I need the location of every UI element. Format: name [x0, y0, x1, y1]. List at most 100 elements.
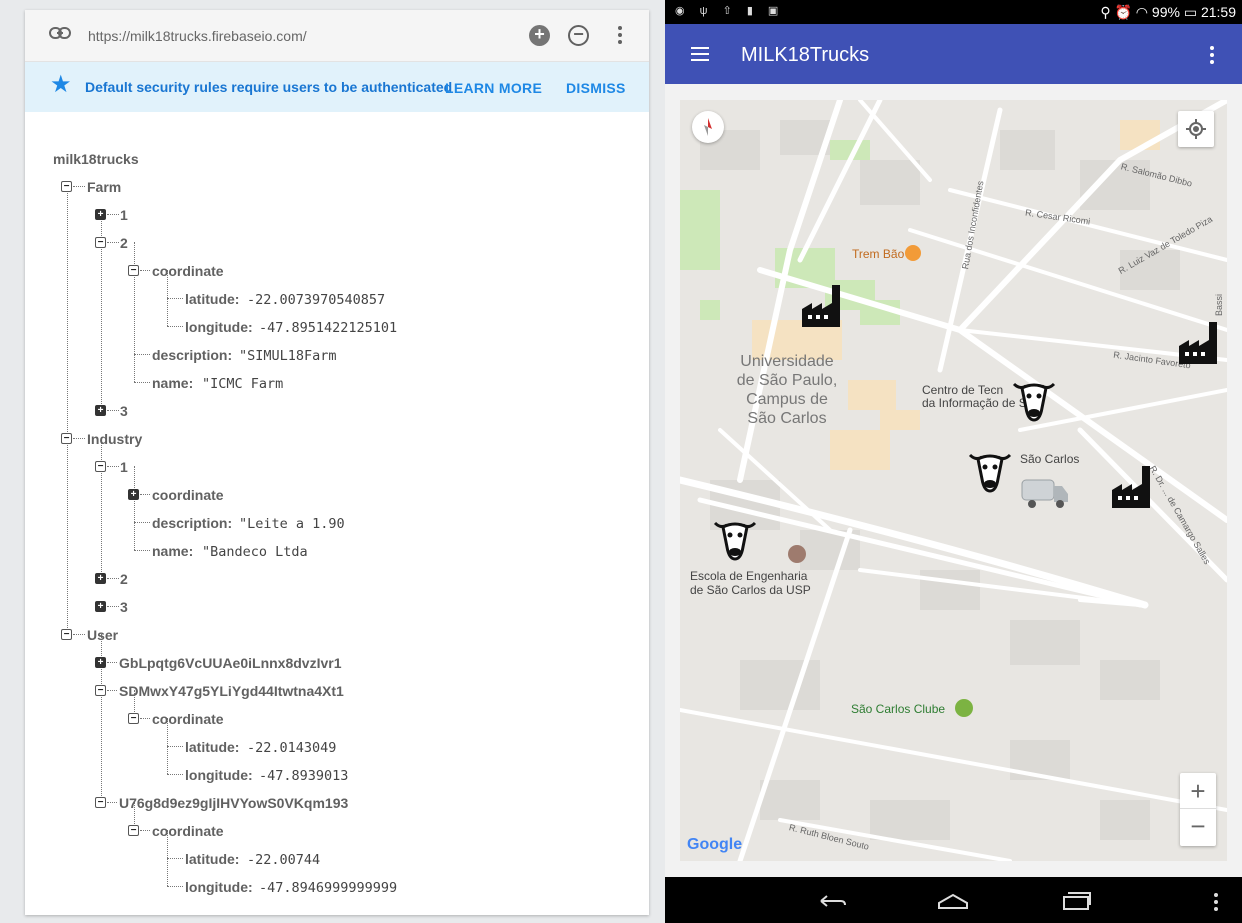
key-latitude: latitude: — [185, 851, 240, 867]
value-name[interactable]: "ICMC Farm — [202, 376, 292, 392]
google-attribution[interactable]: Google — [687, 836, 742, 854]
value-name[interactable]: "Bandeco Ltda — [202, 544, 314, 560]
compass-button[interactable] — [692, 111, 724, 143]
database-url[interactable]: https://milk18trucks.firebaseio.com/ — [88, 28, 307, 44]
overflow-menu-icon[interactable] — [1210, 46, 1214, 67]
status-indicators: ⚲ ⏰ ◠ 99% ▭ 21:59 — [1100, 4, 1236, 21]
battery-percent: 99% — [1151, 4, 1180, 20]
collapse-toggle[interactable]: − — [128, 825, 139, 836]
security-banner: ★ Default security rules require users t… — [25, 62, 649, 112]
poi-trem-bao[interactable]: Trem Bão — [852, 247, 904, 261]
node-user-3[interactable]: U76g8d9ez9gIjIHVYowS0VKqm193 — [119, 795, 348, 811]
firebase-console-panel: https://milk18trucks.firebaseio.com/ + −… — [25, 10, 649, 915]
key-name: name: — [152, 375, 194, 391]
school-icon — [788, 545, 806, 563]
node-industry[interactable]: Industry — [87, 431, 142, 447]
collapse-toggle[interactable]: − — [128, 713, 139, 724]
node-farm[interactable]: Farm — [87, 179, 121, 195]
overflow-menu-icon[interactable] — [1214, 893, 1218, 911]
collapse-toggle[interactable]: − — [128, 265, 139, 276]
node-coordinate[interactable]: coordinate — [152, 711, 224, 727]
tree-root[interactable]: milk18trucks — [53, 151, 139, 167]
key-longitude: longitude: — [185, 319, 253, 335]
dismiss-button[interactable]: DISMISS — [566, 80, 626, 96]
collapse-toggle[interactable]: − — [95, 461, 106, 472]
wifi-icon: ◠ — [1135, 4, 1149, 20]
collapse-toggle[interactable]: − — [95, 797, 106, 808]
expand-toggle[interactable]: + — [95, 601, 106, 612]
restaurant-icon — [905, 245, 921, 261]
node-farm-2[interactable]: 2 — [120, 235, 128, 251]
factory-marker-icon[interactable] — [1177, 320, 1225, 366]
value-latitude[interactable]: -22.0073970540857 — [247, 292, 393, 308]
node-industry-1[interactable]: 1 — [120, 459, 128, 475]
banner-message: Default security rules require users to … — [85, 79, 453, 95]
truck-marker-icon[interactable] — [1020, 474, 1070, 510]
street-label: Bassi — [1214, 293, 1225, 317]
node-user[interactable]: User — [87, 627, 118, 643]
learn-more-link[interactable]: LEARN MORE — [445, 80, 542, 96]
database-url-bar: https://milk18trucks.firebaseio.com/ + − — [25, 10, 649, 62]
value-longitude[interactable]: -47.8946999999999 — [259, 880, 405, 896]
cow-marker-icon[interactable] — [1010, 376, 1058, 424]
park-icon — [955, 699, 973, 717]
node-industry-3[interactable]: 3 — [120, 599, 128, 615]
back-icon[interactable] — [815, 893, 847, 909]
link-icon[interactable] — [49, 26, 71, 45]
more-options-icon[interactable] — [614, 24, 626, 48]
home-icon[interactable] — [937, 891, 969, 911]
collapse-toggle[interactable]: − — [95, 237, 106, 248]
clock: 21:59 — [1200, 4, 1236, 20]
star-icon: ★ — [50, 71, 72, 98]
cow-marker-icon[interactable] — [966, 447, 1014, 495]
expand-toggle[interactable]: + — [95, 209, 106, 220]
my-location-button[interactable] — [1178, 111, 1214, 147]
node-farm-1[interactable]: 1 — [120, 207, 128, 223]
key-description: description: — [152, 347, 233, 363]
zoom-controls: + − — [1180, 773, 1216, 846]
poi-universidade[interactable]: Universidade de São Paulo, Campus de São… — [732, 352, 842, 428]
key-longitude: longitude: — [185, 767, 253, 783]
node-industry-2[interactable]: 2 — [120, 571, 128, 587]
android-nav-bar — [665, 877, 1242, 923]
value-description[interactable]: "SIMUL18Farm — [239, 348, 343, 364]
collapse-toggle[interactable]: − — [95, 685, 106, 696]
factory-marker-icon[interactable] — [800, 283, 848, 329]
status-bar: ◉ ψ ⇧ ▮ ▣ ⚲ ⏰ ◠ 99% ▭ 21:59 — [665, 0, 1242, 24]
expand-toggle[interactable]: + — [128, 489, 139, 500]
battery-icon: ▭ — [1183, 4, 1198, 20]
poi-sao-carlos[interactable]: São Carlos — [1020, 452, 1079, 466]
poi-escola-engenharia[interactable]: Escola de Engenharia de São Carlos da US… — [690, 569, 811, 597]
collapse-toggle[interactable]: − — [61, 181, 72, 192]
key-longitude: longitude: — [185, 879, 253, 895]
collapse-toggle[interactable]: − — [61, 433, 72, 444]
node-coordinate[interactable]: coordinate — [152, 487, 224, 503]
value-longitude[interactable]: -47.8951422125101 — [259, 320, 403, 336]
zoom-out-button[interactable]: − — [1180, 809, 1216, 845]
expand-toggle[interactable]: + — [95, 573, 106, 584]
node-farm-3[interactable]: 3 — [120, 403, 128, 419]
node-coordinate[interactable]: coordinate — [152, 263, 224, 279]
menu-icon[interactable] — [691, 47, 709, 65]
node-user-2[interactable]: SDMwxY47g5YLiYgd44Itwtna4Xt1 — [119, 683, 344, 699]
alarm-icon: ⏰ — [1114, 4, 1132, 20]
add-child-button[interactable]: + — [529, 25, 550, 46]
node-user-1[interactable]: GbLpqtg6VcUUAe0iLnnx8dvzIvr1 — [119, 655, 342, 671]
value-latitude[interactable]: -22.00744 — [247, 852, 321, 868]
key-latitude: latitude: — [185, 291, 240, 307]
collapse-toggle[interactable]: − — [61, 629, 72, 640]
expand-toggle[interactable]: + — [95, 405, 106, 416]
remove-button[interactable]: − — [568, 25, 589, 46]
cow-marker-icon[interactable] — [711, 515, 759, 563]
recent-apps-icon[interactable] — [1060, 891, 1092, 911]
expand-toggle[interactable]: + — [95, 657, 106, 668]
value-longitude[interactable]: -47.8939013 — [259, 768, 349, 784]
node-coordinate[interactable]: coordinate — [152, 823, 224, 839]
value-description[interactable]: "Leite a 1.90 — [239, 516, 349, 532]
factory-marker-icon[interactable] — [1110, 464, 1158, 510]
zoom-in-button[interactable]: + — [1180, 773, 1216, 809]
google-map[interactable]: Trem Bão Universidade de São Paulo, Camp… — [680, 100, 1227, 861]
app-title: MILK18Trucks — [741, 44, 870, 66]
poi-clube[interactable]: São Carlos Clube — [851, 702, 945, 716]
value-latitude[interactable]: -22.0143049 — [247, 740, 337, 756]
